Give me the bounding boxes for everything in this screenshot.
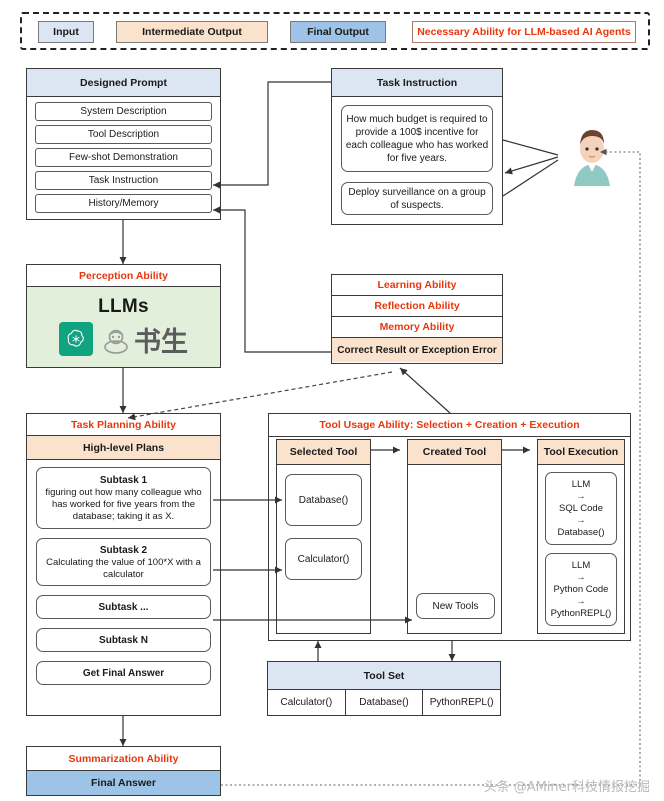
task-instruction-title: Task Instruction: [332, 69, 502, 97]
flow-step: Database(): [557, 526, 605, 538]
task-instruction-panel: Task Instruction How much budget is requ…: [331, 68, 503, 225]
subtask-title: Subtask N: [99, 634, 148, 646]
subtask-title: Subtask 1: [99, 474, 148, 486]
summarization-title: Summarization Ability: [27, 747, 220, 771]
selected-tool-column: Selected Tool Database() Calculator(): [276, 439, 371, 634]
subtask-title: Subtask 2: [99, 544, 148, 556]
task-instruction-item: Deploy surveillance on a group of suspec…: [341, 182, 493, 215]
tool-set-title: Tool Set: [268, 662, 500, 690]
flow-step: Python Code: [553, 583, 609, 595]
flow-arrow-icon: →: [576, 490, 586, 502]
llm-label: LLMs: [98, 295, 149, 317]
created-tool-column: Created Tool New Tools: [407, 439, 502, 634]
flow-arrow-icon: →: [576, 595, 586, 607]
watermark: 头条 @AMiner科技情报挖掘: [483, 780, 650, 795]
subtask-card: Subtask 1 figuring out how many colleagu…: [36, 467, 211, 529]
flow-arrow-icon: →: [576, 571, 586, 583]
legend-chip-final: Final Output: [290, 21, 386, 43]
get-final-answer-card: Get Final Answer: [36, 661, 211, 685]
prompt-item: System Description: [35, 102, 212, 121]
subtask-title: Subtask ...: [98, 601, 149, 613]
flow-arrow-icon: →: [576, 514, 586, 526]
tool-set-item[interactable]: PythonREPL(): [423, 690, 500, 715]
task-instruction-item: How much budget is required to provide a…: [341, 105, 493, 172]
task-planning-panel: Task Planning Ability High-level Plans S…: [26, 413, 221, 716]
subtask-body: Calculating the value of 100*X with a ca…: [46, 556, 201, 580]
tool-usage-panel: Tool Usage Ability: Selection + Creation…: [268, 413, 631, 641]
internlm-text: 书生: [134, 326, 188, 358]
prompt-item: Tool Description: [35, 125, 212, 144]
flow-step: SQL Code: [558, 502, 603, 514]
learning-ability-row: Learning Ability: [332, 275, 502, 296]
perception-title: Perception Ability: [27, 265, 220, 287]
tool-execution-header: Tool Execution: [538, 440, 624, 465]
tool-set-panel: Tool Set Calculator() Database() PythonR…: [267, 661, 501, 716]
prompt-item: Task Instruction: [35, 171, 212, 190]
selected-tool-header: Selected Tool: [277, 440, 370, 465]
flow-step: LLM: [571, 478, 591, 490]
flow-step: LLM: [571, 559, 591, 571]
memory-ability-row: Memory Ability: [332, 317, 502, 338]
abilities-panel: Learning Ability Reflection Ability Memo…: [331, 274, 503, 364]
result-row: Correct Result or Exception Error: [332, 338, 502, 362]
subtask-body: figuring out how many colleague who has …: [45, 486, 202, 522]
internlm-logo-icon: 书生: [100, 320, 188, 359]
tool-execution-flow: LLM → SQL Code → Database(): [545, 472, 617, 545]
perception-panel: Perception Ability LLMs 书生: [26, 264, 221, 368]
subtask-card: Subtask ...: [36, 595, 211, 619]
prompt-item: History/Memory: [35, 194, 212, 213]
prompt-item: Few-shot Demonstration: [35, 148, 212, 167]
designed-prompt-panel: Designed Prompt System Description Tool …: [26, 68, 221, 220]
high-level-plans-subtitle: High-level Plans: [27, 436, 220, 460]
subtask-title: Get Final Answer: [82, 667, 165, 679]
new-tools-item[interactable]: New Tools: [416, 593, 495, 619]
legend-chip-necessary: Necessary Ability for LLM-based AI Agent…: [412, 21, 636, 43]
avatar-icon: [568, 122, 616, 186]
tool-usage-title: Tool Usage Ability: Selection + Creation…: [269, 414, 630, 437]
openai-logo-icon: [59, 322, 93, 356]
task-planning-title: Task Planning Ability: [27, 414, 220, 436]
legend-chip-input: Input: [38, 21, 94, 43]
final-answer-box: Final Answer: [27, 771, 220, 795]
subtask-card: Subtask N: [36, 628, 211, 652]
tool-set-item[interactable]: Database(): [346, 690, 424, 715]
legend-bar: Input Intermediate Output Final Output N…: [20, 12, 650, 50]
summarization-panel: Summarization Ability Final Answer: [26, 746, 221, 796]
legend-chip-intermediate: Intermediate Output: [116, 21, 268, 43]
user-avatar: [564, 118, 620, 190]
reflection-ability-row: Reflection Ability: [332, 296, 502, 317]
llm-box: LLMs 书生: [27, 287, 220, 367]
tool-set-item[interactable]: Calculator(): [268, 690, 346, 715]
designed-prompt-title: Designed Prompt: [27, 69, 220, 97]
created-tool-header: Created Tool: [408, 440, 501, 465]
selected-tool-item[interactable]: Calculator(): [285, 538, 362, 580]
subtask-card: Subtask 2 Calculating the value of 100*X…: [36, 538, 211, 586]
tool-execution-flow: LLM → Python Code → PythonREPL(): [545, 553, 617, 626]
selected-tool-item[interactable]: Database(): [285, 474, 362, 526]
flow-step: PythonREPL(): [550, 607, 612, 619]
tool-execution-column: Tool Execution LLM → SQL Code → Database…: [537, 439, 625, 634]
